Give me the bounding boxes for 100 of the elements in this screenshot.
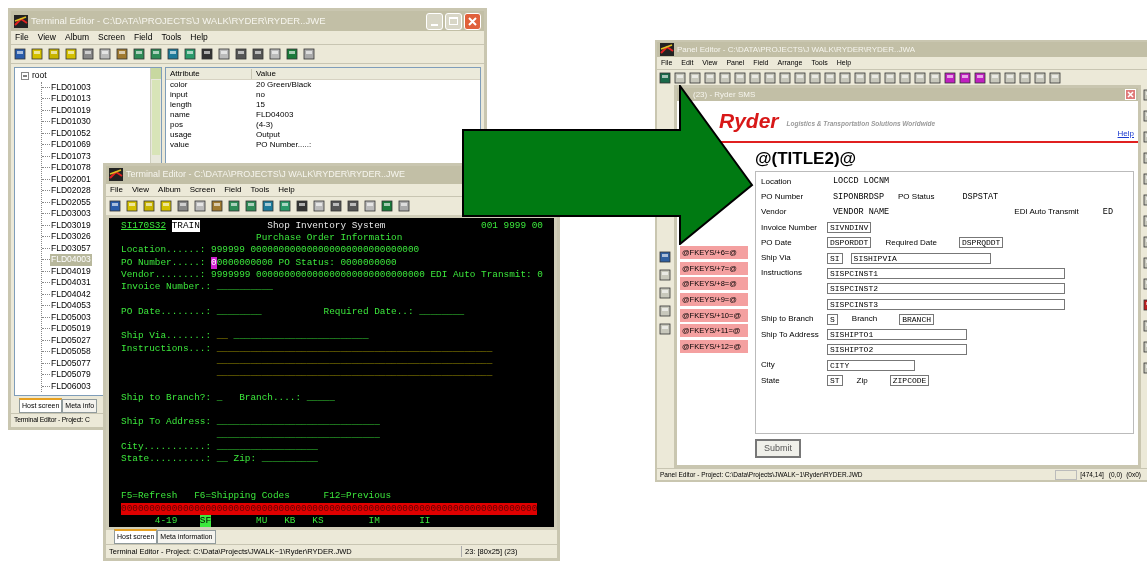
toolbar-icon[interactable] xyxy=(65,48,77,60)
toolbar-icon[interactable] xyxy=(48,48,60,60)
tree-item[interactable]: FLD01013 xyxy=(50,93,92,105)
tree-item[interactable]: root xyxy=(32,70,47,82)
toolbar-icon[interactable] xyxy=(218,48,230,60)
tree-item[interactable]: FLD02055 xyxy=(50,196,92,208)
toolbar-icon[interactable] xyxy=(167,48,179,60)
help-link[interactable]: Help xyxy=(1117,128,1134,140)
toolbar-icon[interactable] xyxy=(658,251,671,263)
toolbar-icon[interactable] xyxy=(160,199,172,212)
tree-item[interactable]: FLD06003 xyxy=(50,380,92,392)
tree-item[interactable]: FLD01052 xyxy=(50,127,92,139)
toolbar-icon[interactable] xyxy=(944,71,956,84)
toolbar-icon[interactable] xyxy=(364,199,376,212)
tree-item[interactable]: FLD04031 xyxy=(50,277,92,289)
menu-item[interactable]: Screen xyxy=(98,31,125,44)
column-header[interactable]: Attribute xyxy=(166,68,252,79)
input-field[interactable]: SIVNDINV xyxy=(827,222,872,234)
input-field[interactable]: SISHIPTO1 xyxy=(827,329,967,341)
menu-item[interactable]: Help xyxy=(190,31,208,44)
toolbar-icon[interactable] xyxy=(296,199,308,212)
input-field[interactable]: SISPCINST1 xyxy=(827,267,1065,279)
input-field[interactable]: ZIPCODE xyxy=(889,375,930,386)
toolbar-icon[interactable] xyxy=(269,48,281,60)
toolbar-icon[interactable] xyxy=(235,48,247,60)
tree-item[interactable]: FLD03019 xyxy=(50,219,92,231)
toolbar-icon[interactable] xyxy=(177,199,189,212)
toolbar-icon[interactable] xyxy=(150,48,162,60)
toolbar-icon[interactable] xyxy=(252,48,264,60)
menu-item[interactable]: Field xyxy=(224,183,242,196)
toolbar-icon[interactable] xyxy=(133,48,145,60)
toolbar-icon[interactable] xyxy=(262,199,274,212)
tree-item[interactable]: FLD04053 xyxy=(50,300,92,312)
column-header[interactable]: Value xyxy=(252,68,276,79)
tree-item[interactable]: FLD01019 xyxy=(50,104,92,116)
tree-item[interactable]: FLD02001 xyxy=(50,173,92,185)
toolbar-icon[interactable] xyxy=(398,199,410,212)
input-field[interactable]: SISPCINST2 xyxy=(827,283,1065,295)
toolbar-icon[interactable] xyxy=(211,199,223,212)
tree-item[interactable]: FLD05079 xyxy=(50,369,92,381)
submit-button[interactable]: Submit xyxy=(755,439,801,458)
toolbar-icon[interactable] xyxy=(82,48,94,60)
input-field[interactable]: CITY xyxy=(827,359,915,371)
input-field[interactable]: SI xyxy=(827,252,843,264)
toolbar-icon[interactable] xyxy=(347,199,359,212)
toolbar-icon[interactable] xyxy=(126,199,138,212)
tree-item[interactable]: FLD05003 xyxy=(50,311,92,323)
input-field[interactable]: DSPRQDDT xyxy=(959,237,1004,249)
tree-item[interactable]: FLD03026 xyxy=(50,231,92,243)
toolbar-icon[interactable] xyxy=(330,199,342,212)
toolbar-icon[interactable] xyxy=(659,71,671,84)
toolbar-icon[interactable] xyxy=(194,199,206,212)
input-field[interactable]: ST xyxy=(827,375,843,386)
toolbar-icon[interactable] xyxy=(381,199,393,212)
menu-item[interactable]: File xyxy=(110,183,123,196)
tree-item[interactable]: FLD01030 xyxy=(50,116,92,128)
toolbar-icon[interactable] xyxy=(99,48,111,60)
toolbar-icon[interactable] xyxy=(143,199,155,212)
scrollbar[interactable] xyxy=(151,68,161,156)
close-button[interactable] xyxy=(464,12,481,30)
tree-item[interactable]: FLD05077 xyxy=(50,357,92,369)
tree-item[interactable]: FLD05027 xyxy=(50,334,92,346)
tree-item[interactable]: FLD01078 xyxy=(50,162,92,174)
tree-item[interactable]: FLD02028 xyxy=(50,185,92,197)
menu-item[interactable]: File xyxy=(15,31,29,44)
toolbar-icon[interactable] xyxy=(116,48,128,60)
input-field[interactable]: SISPCINST3 xyxy=(827,298,1065,310)
toolbar-icon[interactable] xyxy=(286,48,298,60)
toolbar-icon[interactable] xyxy=(303,48,315,60)
tree-item[interactable]: FLD05019 xyxy=(50,323,92,335)
tree-item[interactable]: FLD03057 xyxy=(50,242,92,254)
tree-item[interactable]: FLD04019 xyxy=(50,265,92,277)
menu-item[interactable]: Help xyxy=(278,183,295,196)
toolbar-icon[interactable] xyxy=(959,71,971,84)
menu-item[interactable]: Album xyxy=(65,31,90,44)
toolbar-icon[interactable] xyxy=(201,48,213,60)
input-field[interactable]: S xyxy=(827,313,838,325)
toolbar-icon[interactable] xyxy=(974,71,986,84)
toolbar-icon[interactable] xyxy=(109,199,121,212)
input-field[interactable]: DSPORDDT xyxy=(827,237,872,249)
close-button[interactable] xyxy=(1125,89,1136,100)
menu-item[interactable]: Tools xyxy=(161,31,182,44)
input-field[interactable]: SISHIPVIA xyxy=(850,252,991,264)
toolbar-icon[interactable] xyxy=(184,48,196,60)
input-field[interactable]: SISHIPTO2 xyxy=(827,344,967,356)
menu-item[interactable]: Album xyxy=(158,183,181,196)
terminal-text[interactable]: SI170S32 xyxy=(121,219,166,232)
menu-item[interactable]: View xyxy=(131,183,150,196)
tree-item[interactable]: FLD01073 xyxy=(50,150,92,162)
input-field[interactable]: BRANCH xyxy=(899,313,934,325)
tree-item[interactable]: FLD01003 xyxy=(50,81,92,93)
menu-item[interactable]: Tools xyxy=(250,183,270,196)
toolbar-icon[interactable] xyxy=(245,199,257,212)
tree-item[interactable]: FLD03003 xyxy=(50,208,92,220)
toolbar-icon[interactable] xyxy=(228,199,240,212)
menu-item[interactable]: Screen xyxy=(189,183,216,196)
tree-item[interactable]: FLD05058 xyxy=(50,346,92,358)
toolbar-icon[interactable] xyxy=(14,48,26,60)
tree-item[interactable]: FLD04042 xyxy=(50,288,92,300)
menu-item[interactable]: View xyxy=(37,31,56,44)
